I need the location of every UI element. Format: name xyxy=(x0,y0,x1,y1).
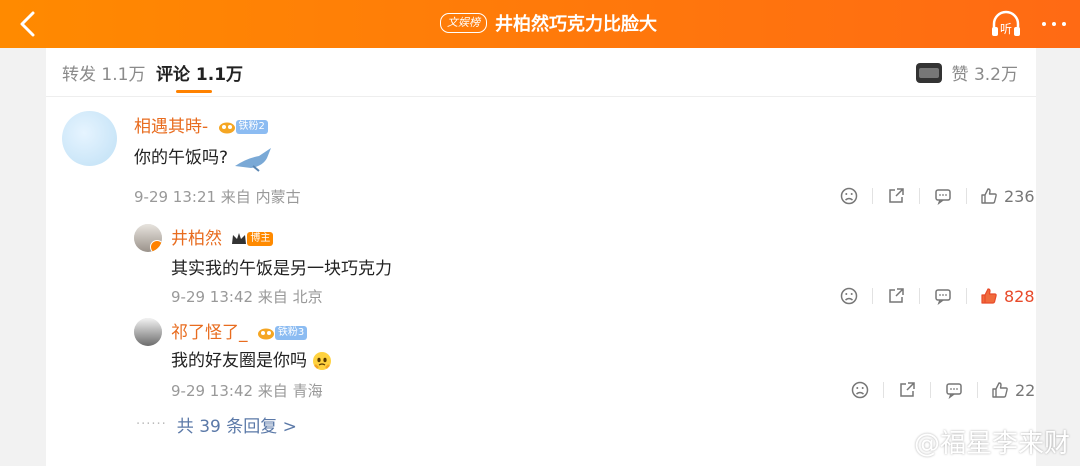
crown-icon xyxy=(232,233,247,244)
comment-username-text: 相遇其時- xyxy=(134,117,209,137)
more-replies-label: 共 39 条回复 > xyxy=(176,417,297,437)
hot-search-title[interactable]: 文娱榜 井柏然巧克力比脸大 xyxy=(440,9,657,37)
more-options-button[interactable] xyxy=(1036,8,1072,40)
comment-bubble-icon xyxy=(935,189,951,205)
fan-badge: 铁粉2 xyxy=(218,119,268,135)
dislike-button[interactable] xyxy=(839,286,859,306)
comments-card: 转发 1.1万 评论 1.1万 赞 3.2万 相遇其時- 铁粉2 你的午饭吗? … xyxy=(46,48,1036,466)
reply-text-row: 我的好友圈是你吗 xyxy=(171,346,332,371)
fan-crown-icon xyxy=(218,122,235,134)
dotted-line-icon: ······ xyxy=(136,417,167,432)
reply-meta: 9-29 13:42 来自 青海 xyxy=(171,382,323,400)
author-badge: 博主 xyxy=(231,231,274,247)
bird-emoji-icon xyxy=(235,148,272,172)
dislike-button[interactable] xyxy=(839,186,859,206)
reply-text: 其实我的午饭是另一块巧克力 xyxy=(171,259,392,279)
like-count: 828 xyxy=(1004,286,1035,306)
reply-username-text: 井柏然 xyxy=(171,229,222,249)
more-dots-icon xyxy=(1042,22,1046,26)
weibo-logo-icon xyxy=(880,431,908,454)
comment-bubble-icon xyxy=(935,289,951,305)
tab-bar: 转发 1.1万 评论 1.1万 赞 3.2万 xyxy=(46,48,1036,97)
thumbs-up-icon xyxy=(981,188,997,204)
comment-meta: 9-29 13:21 来自 内蒙古 xyxy=(134,188,301,206)
share-icon xyxy=(889,188,904,203)
crying-emoji-icon xyxy=(313,352,332,370)
liker-avatar xyxy=(915,62,942,83)
author-label: 博主 xyxy=(247,232,274,246)
share-icon xyxy=(900,382,915,397)
frown-icon xyxy=(840,287,858,305)
view-more-replies-link[interactable]: ······ 共 39 条回复 > xyxy=(136,412,297,437)
listen-label: 听 xyxy=(1000,22,1012,36)
commenter-avatar[interactable] xyxy=(62,111,117,166)
top-bar: 文娱榜 井柏然巧克力比脸大 听 xyxy=(0,0,1080,48)
comment-username[interactable]: 相遇其時- 铁粉2 xyxy=(134,112,268,137)
watermark-text: @福星李来财 xyxy=(913,429,1070,459)
frown-icon xyxy=(840,187,858,205)
like-button[interactable]: 22 xyxy=(991,381,1035,400)
like-button[interactable]: 236 xyxy=(980,187,1035,206)
page-title: 井柏然巧克力比脸大 xyxy=(495,14,657,35)
reply-button[interactable] xyxy=(944,380,964,400)
headphones-icon: 听 xyxy=(992,10,1020,36)
like-count: 236 xyxy=(1004,186,1035,206)
frown-icon xyxy=(851,381,869,399)
share-button[interactable] xyxy=(886,286,906,306)
tab-repost[interactable]: 转发 1.1万 xyxy=(62,60,145,85)
reply-username[interactable]: 祁了怪了_ 铁粉3 xyxy=(171,318,308,343)
fan-crown-icon xyxy=(257,328,274,340)
tab-comment[interactable]: 评论 1.1万 xyxy=(156,60,243,85)
likes-tab-label: 赞 3.2万 xyxy=(951,65,1018,85)
fan-level-label: 铁粉2 xyxy=(235,120,268,134)
thumbs-up-icon xyxy=(992,382,1008,398)
share-button[interactable] xyxy=(886,186,906,206)
reply-avatar[interactable] xyxy=(134,224,162,252)
watermark: @福星李来财 xyxy=(880,423,1070,460)
like-button[interactable]: 828 xyxy=(980,287,1035,306)
reply-avatar[interactable] xyxy=(134,318,162,346)
comment-text: 你的午饭吗? xyxy=(134,148,229,168)
thumbs-up-filled-icon xyxy=(981,288,997,304)
reply-button[interactable] xyxy=(933,186,953,206)
listen-button[interactable]: 听 xyxy=(988,8,1024,40)
fan-level-label: 铁粉3 xyxy=(274,326,308,340)
comment-actions: 236 xyxy=(839,186,1035,206)
comment-text-row: 你的午饭吗? xyxy=(134,143,275,172)
share-button[interactable] xyxy=(897,380,917,400)
tab-likes[interactable]: 赞 3.2万 xyxy=(915,60,1018,85)
reply-actions: 22 xyxy=(850,380,1035,400)
reply-meta: 9-29 13:42 来自 北京 xyxy=(171,288,323,306)
reply-text: 我的好友圈是你吗 xyxy=(171,351,307,371)
reply-actions: 828 xyxy=(839,286,1035,306)
wenyu-rank-badge: 文娱榜 xyxy=(440,13,487,33)
fan-badge: 铁粉3 xyxy=(257,325,308,341)
back-button[interactable] xyxy=(10,6,46,42)
active-tab-indicator xyxy=(176,90,212,93)
like-count: 22 xyxy=(1015,380,1036,400)
dislike-button[interactable] xyxy=(850,380,870,400)
reply-username[interactable]: 井柏然 博主 xyxy=(171,224,274,249)
share-icon xyxy=(889,288,904,303)
reply-username-text: 祁了怪了_ xyxy=(171,323,248,343)
comment-bubble-icon xyxy=(946,383,962,399)
chevron-left-icon xyxy=(20,11,35,37)
reply-button[interactable] xyxy=(933,286,953,306)
